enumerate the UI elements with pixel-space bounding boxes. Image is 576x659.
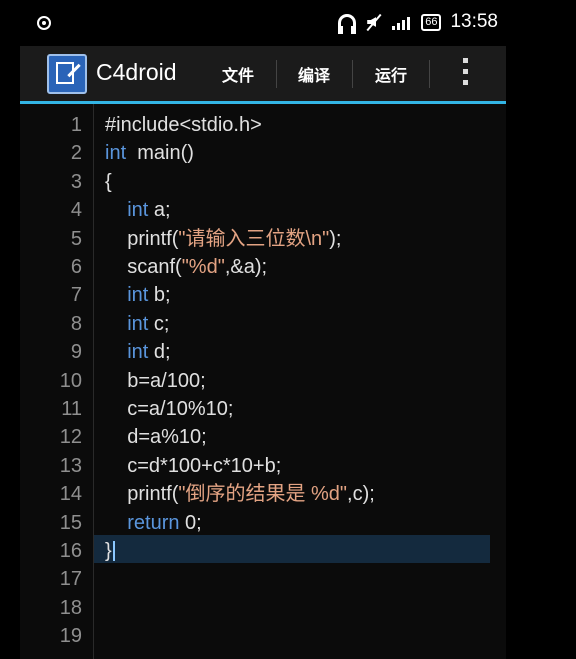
code-line[interactable]: 15 return 0;: [20, 509, 506, 537]
code-text: {: [105, 170, 112, 193]
code-line[interactable]: 4 int a;: [20, 196, 506, 224]
line-number: 12: [59, 426, 82, 449]
code-text: printf("倒序的结果是 %d",c);: [105, 483, 375, 506]
menu-compile[interactable]: 编译: [298, 62, 330, 86]
line-number: 16: [59, 540, 82, 562]
app-title: C4droid: [96, 59, 177, 85]
line-number: 13: [59, 454, 82, 477]
line-number: 17: [59, 568, 82, 591]
record-icon: [37, 16, 51, 30]
code-line[interactable]: 16}: [20, 537, 506, 565]
code-text: int a;: [105, 199, 171, 222]
code-line[interactable]: 14 printf("倒序的结果是 %d",c);: [20, 480, 506, 508]
code-editor[interactable]: 1 #include<stdio.h> 2 int main() 3{4 int a; 5…: [20, 104, 506, 659]
code-text: #include<stdio.h>: [105, 114, 262, 136]
line-number: 1: [70, 114, 82, 136]
code-text: scanf("%d",&a);: [105, 256, 268, 278]
code-line[interactable]: 19: [20, 622, 506, 650]
line-number: 15: [59, 511, 82, 534]
code-text: int c;: [105, 312, 170, 335]
code-text: c=a/10%10;: [105, 398, 234, 420]
mute-icon: [365, 13, 383, 31]
line-number: 10: [59, 369, 82, 392]
menu-divider: [429, 60, 430, 88]
code-line[interactable]: 7 int b;: [20, 281, 506, 309]
code-line[interactable]: 6 scanf("%d",&a);: [20, 253, 506, 281]
code-text: b=a/100;: [105, 369, 206, 392]
code-text: }: [105, 540, 112, 562]
code-line[interactable]: 13 c=d*100+c*10+b;: [20, 452, 506, 480]
code-line[interactable]: 18: [20, 594, 506, 622]
headset-icon: [338, 14, 357, 34]
code-text: printf("请输入三位数\n");: [105, 227, 342, 250]
code-text: int main(): [105, 142, 194, 165]
code-line[interactable]: 3{: [20, 168, 506, 196]
line-number: 18: [59, 596, 82, 619]
line-number: 6: [70, 256, 82, 278]
line-number: 7: [70, 284, 82, 307]
line-number: 2: [70, 142, 82, 165]
line-number: 19: [59, 625, 82, 648]
code-line[interactable]: 1 #include<stdio.h>: [20, 111, 506, 139]
code-line[interactable]: 17: [20, 565, 506, 593]
signal-icon: [392, 14, 412, 30]
code-text: return 0;: [105, 511, 202, 534]
line-number: 11: [61, 398, 82, 420]
status-bar: 66 13:58: [20, 0, 506, 46]
app-bar: C4droid 文件 编译 运行: [20, 46, 506, 104]
line-number: 8: [70, 312, 82, 335]
code-line[interactable]: 9 int d;: [20, 338, 506, 366]
code-text: int b;: [105, 284, 171, 307]
menu-file[interactable]: 文件: [222, 62, 254, 86]
battery-icon: 66: [421, 13, 442, 31]
line-number: 9: [70, 341, 82, 364]
line-number: 5: [70, 227, 82, 250]
more-vert-icon[interactable]: [463, 58, 469, 89]
app-logo-icon[interactable]: [47, 54, 87, 94]
code-line[interactable]: 12 d=a%10;: [20, 423, 506, 451]
phone-screen: 66 13:58 C4droid 文件 编译 运行 1 #include<stdi…: [20, 0, 506, 659]
menu-run[interactable]: 运行: [375, 62, 407, 86]
line-number: 3: [70, 170, 82, 193]
code-line[interactable]: 11 c=a/10%10;: [20, 395, 506, 423]
code-line[interactable]: 5 printf("请输入三位数\n");: [20, 225, 506, 253]
code-line[interactable]: 8 int c;: [20, 310, 506, 338]
clock: 13:58: [450, 11, 498, 32]
code-text: int d;: [105, 341, 171, 364]
status-icons: 66 13:58: [338, 11, 498, 34]
code-line[interactable]: 10 b=a/100;: [20, 367, 506, 395]
line-number: 14: [59, 483, 82, 506]
code-text: d=a%10;: [105, 426, 207, 449]
menu-divider: [276, 60, 277, 88]
code-text: c=d*100+c*10+b;: [105, 454, 282, 477]
code-line[interactable]: 2 int main(): [20, 139, 506, 167]
menu-divider: [352, 60, 353, 88]
line-number: 4: [70, 199, 82, 222]
